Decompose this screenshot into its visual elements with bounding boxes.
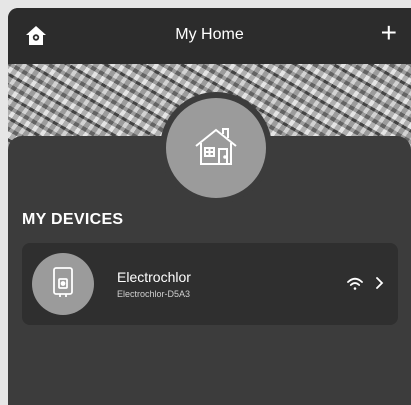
app-screen: My Home + MY DEVICES Electrochlor Electr… (8, 8, 411, 405)
add-button[interactable]: + (381, 19, 397, 47)
section-title: MY DEVICES (22, 211, 124, 228)
device-list-item[interactable]: Electrochlor Electrochlor-D5A3 (22, 243, 398, 325)
house-icon (190, 120, 242, 177)
wifi-icon (346, 276, 364, 292)
device-avatar (32, 253, 94, 315)
water-heater-icon (50, 266, 76, 303)
top-bar: My Home + (8, 8, 411, 64)
chevron-right-icon[interactable] (374, 274, 386, 292)
device-id: Electrochlor-D5A3 (117, 289, 191, 299)
home-avatar[interactable] (160, 92, 272, 204)
device-name: Electrochlor (117, 269, 191, 285)
page-title: My Home (175, 26, 244, 43)
